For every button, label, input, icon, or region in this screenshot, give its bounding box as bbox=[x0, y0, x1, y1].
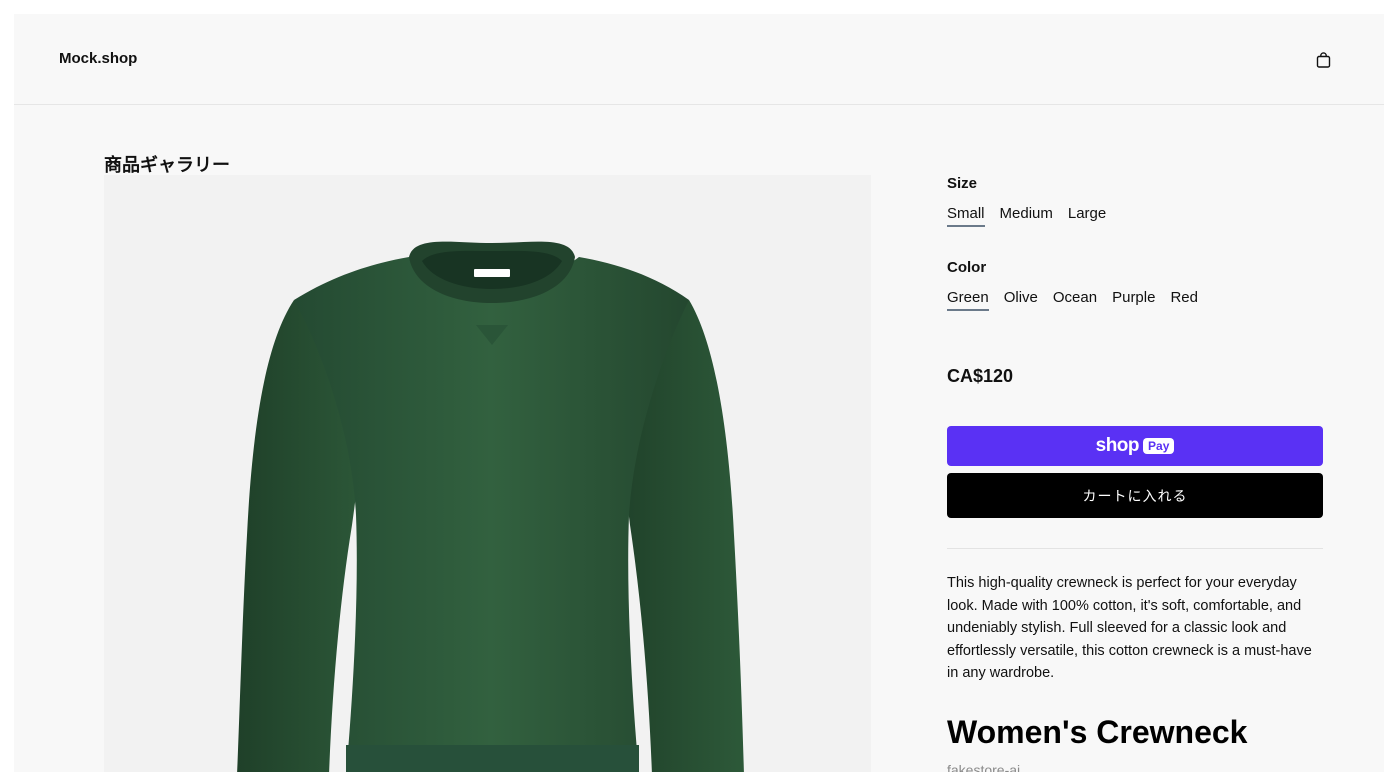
color-option-ocean[interactable]: Ocean bbox=[1053, 289, 1097, 311]
size-option-medium[interactable]: Medium bbox=[1000, 205, 1053, 227]
color-option-purple[interactable]: Purple bbox=[1112, 289, 1155, 311]
product-description: This high-quality crewneck is perfect fo… bbox=[947, 575, 1312, 681]
color-options: Green Olive Ocean Purple Red bbox=[947, 289, 1198, 311]
color-option-green[interactable]: Green bbox=[947, 289, 989, 311]
shop-pay-button[interactable]: shop Pay bbox=[947, 426, 1323, 466]
brand-logo-link[interactable]: Mock.shop bbox=[59, 50, 137, 67]
add-to-cart-button[interactable]: カートに入れる bbox=[947, 473, 1323, 518]
product-info-panel: Size Small Medium Large Color Green Oliv… bbox=[947, 14, 1323, 772]
page: Mock.shop 商品ギャラリー Size Small Medium Larg… bbox=[14, 14, 1384, 772]
color-label: Color bbox=[947, 259, 987, 276]
product-image bbox=[237, 241, 744, 772]
color-option-olive[interactable]: Olive bbox=[1004, 289, 1038, 311]
size-option-large[interactable]: Large bbox=[1068, 205, 1106, 227]
product-vendor: fakestore-ai bbox=[947, 762, 1021, 772]
divider bbox=[947, 548, 1323, 549]
product-price: CA$120 bbox=[947, 366, 1014, 386]
shop-pay-wordmark: shop bbox=[1095, 435, 1140, 456]
shop-pay-pill: Pay bbox=[1143, 438, 1175, 454]
size-label: Size bbox=[947, 175, 978, 192]
color-option-red[interactable]: Red bbox=[1170, 289, 1198, 311]
product-title: Women's Crewneck bbox=[947, 714, 1248, 750]
product-gallery[interactable] bbox=[104, 175, 871, 772]
gallery-heading: 商品ギャラリー bbox=[104, 155, 230, 175]
size-option-small[interactable]: Small bbox=[947, 205, 985, 227]
size-options: Small Medium Large bbox=[947, 205, 1106, 227]
